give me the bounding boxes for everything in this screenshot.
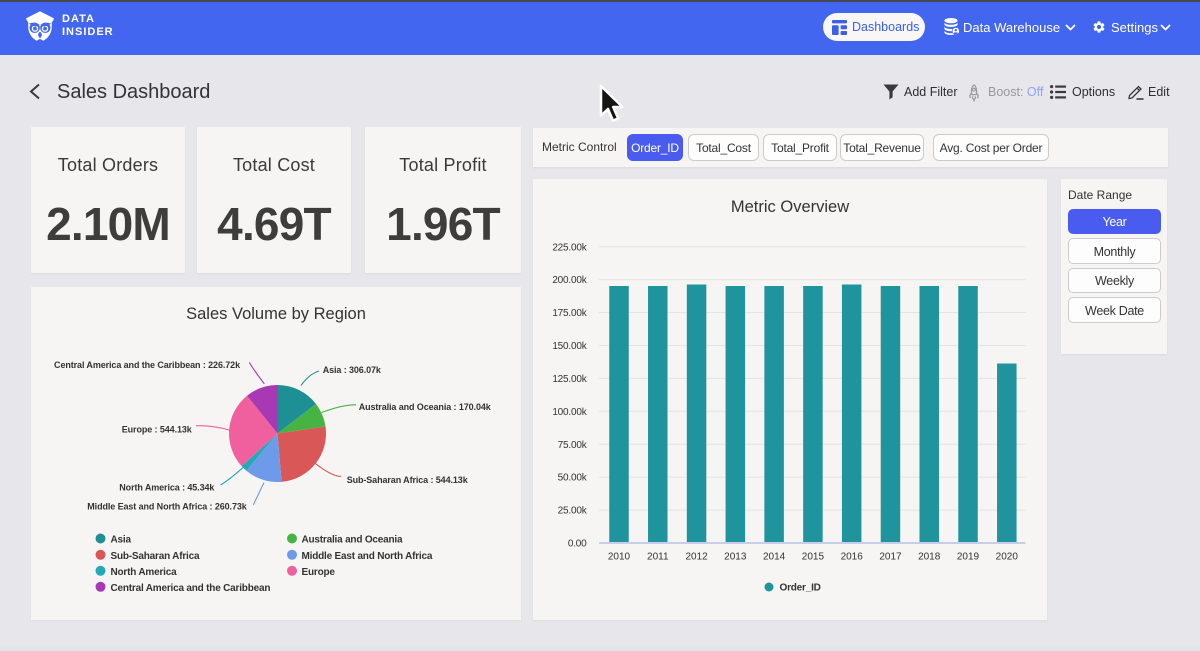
svg-text:Order_ID: Order_ID [780,583,821,594]
svg-text:Central America and the Caribb: Central America and the Caribbean : 226.… [54,360,241,370]
svg-text:25.00k: 25.00k [558,506,588,517]
svg-text:2012: 2012 [685,552,708,563]
svg-text:North America : 45.34k: North America : 45.34k [119,483,215,493]
svg-text:2018: 2018 [918,552,941,563]
svg-text:175.00k: 175.00k [552,308,587,319]
svg-text:Australia and Oceania : 170.04: Australia and Oceania : 170.04k [359,402,492,412]
svg-text:225.00k: 225.00k [552,242,587,253]
svg-text:75.00k: 75.00k [558,440,588,451]
svg-text:2011: 2011 [647,552,669,563]
svg-text:2013: 2013 [724,552,747,563]
svg-text:0.00: 0.00 [568,539,587,550]
svg-text:Sub-Saharan Africa: Sub-Saharan Africa [111,551,200,562]
svg-text:2019: 2019 [957,552,980,563]
svg-text:Asia : 306.07k: Asia : 306.07k [323,365,382,375]
svg-text:Australia and Oceania: Australia and Oceania [302,535,403,546]
svg-text:Central America and the Caribb: Central America and the Caribbean [111,583,271,594]
svg-text:Middle East and North Africa: Middle East and North Africa [302,551,433,562]
svg-text:2010: 2010 [608,552,631,563]
svg-text:2017: 2017 [879,552,902,563]
svg-text:Sub-Saharan Africa : 544.13k: Sub-Saharan Africa : 544.13k [347,475,469,485]
svg-text:Europe: Europe [302,567,336,578]
svg-text:Middle East and North Africa :: Middle East and North Africa : 260.73k [87,502,248,512]
svg-text:200.00k: 200.00k [552,275,587,286]
svg-text:50.00k: 50.00k [558,473,588,484]
svg-text:Asia: Asia [111,535,132,546]
svg-text:150.00k: 150.00k [552,341,587,352]
svg-text:2015: 2015 [802,552,825,563]
svg-text:Europe : 544.13k: Europe : 544.13k [122,425,193,435]
svg-text:2014: 2014 [763,552,786,563]
svg-text:2020: 2020 [996,552,1019,563]
svg-text:125.00k: 125.00k [552,374,587,385]
svg-text:2016: 2016 [841,552,864,563]
svg-text:100.00k: 100.00k [552,407,587,418]
svg-text:North America: North America [111,567,178,578]
